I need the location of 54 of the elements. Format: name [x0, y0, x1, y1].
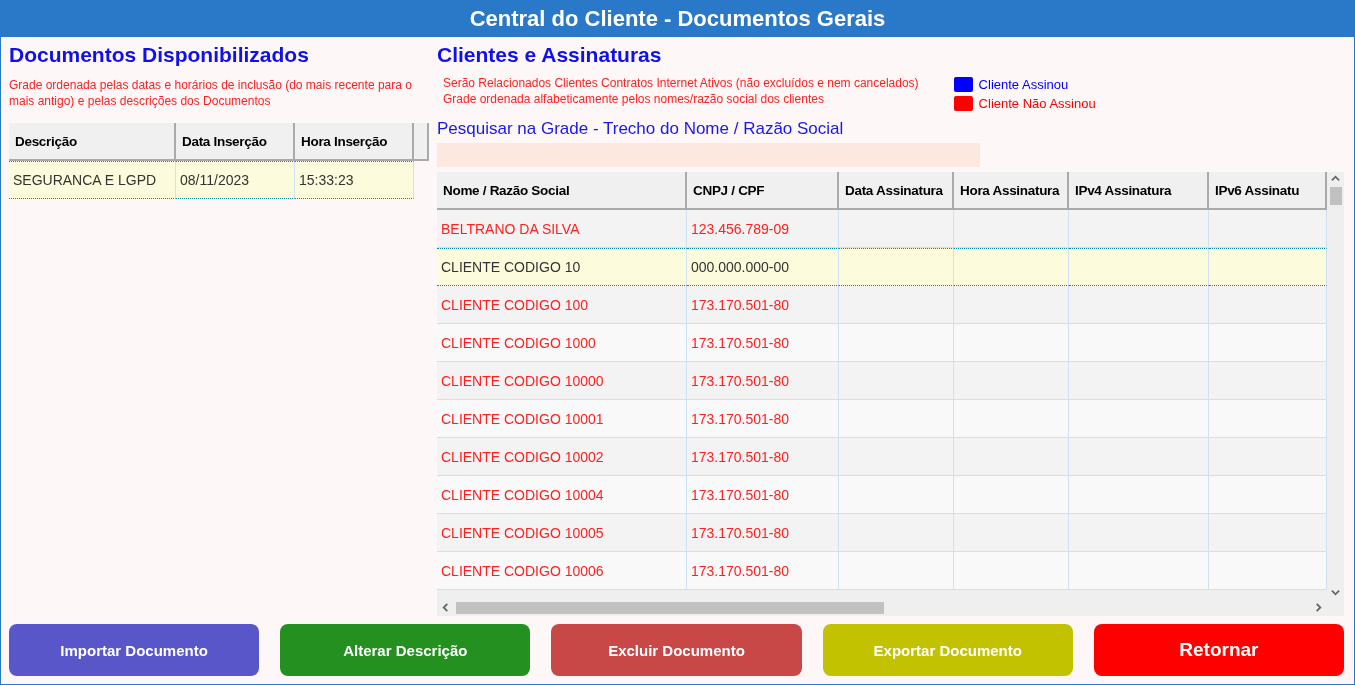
table-cell: 000.000.000-00 — [687, 248, 839, 286]
column-header[interactable]: Hora Assinatura — [954, 172, 1069, 210]
table-cell: 123.456.789-09 — [687, 210, 839, 248]
scrollbar-thumb[interactable] — [456, 601, 884, 614]
action-button[interactable]: Excluir Documento — [551, 624, 802, 676]
table-cell: 173.170.501-80 — [687, 514, 839, 552]
section-title: Clientes e Assinaturas — [437, 43, 663, 67]
chevron-down-icon[interactable] — [1331, 588, 1340, 597]
table-cell: 173.170.501-80 — [687, 324, 839, 362]
table-cell: CLIENTE CODIGO 1000 — [437, 324, 687, 362]
chevron-right-icon[interactable] — [1314, 603, 1323, 612]
column-header[interactable]: IPv4 Assinatura — [1069, 172, 1209, 210]
column-header[interactable]: Nome / Razão Social — [437, 172, 687, 210]
table-cell: 173.170.501-80 — [687, 476, 839, 514]
table-cell: CLIENTE CODIGO 10006 — [437, 552, 687, 590]
action-button[interactable]: Alterar Descrição — [280, 624, 531, 676]
column-header[interactable]: CNPJ / CPF — [687, 172, 839, 210]
column-header[interactable]: Descrição — [9, 123, 176, 161]
column-header[interactable]: Data Inserção — [176, 123, 295, 161]
action-button[interactable]: Importar Documento — [9, 624, 260, 676]
column-header[interactable]: Data Assinatura — [839, 172, 954, 210]
action-button[interactable]: Retornar — [1093, 624, 1344, 676]
search-field[interactable] — [437, 143, 980, 167]
table-cell: SEGURANCA E LGPD — [9, 161, 176, 199]
column-header[interactable]: Hora Inserção — [295, 123, 414, 161]
column-header[interactable]: IPv6 Assinatu — [1209, 172, 1327, 210]
header-filler — [414, 123, 429, 161]
table-cell: CLIENTE CODIGO 10001 — [437, 400, 687, 438]
table-cell: 173.170.501-80 — [687, 552, 839, 590]
section-title: Documentos Disponibilizados — [9, 43, 310, 67]
table-cell: 173.170.501-80 — [687, 362, 839, 400]
chevron-left-icon[interactable] — [441, 603, 450, 612]
grid-note: Grade ordenada pelas datas e horários de inclusão (do mais recente para o mais antigo) e pelas descrições dos Documentos — [9, 77, 413, 109]
table-cell: CLIENTE CODIGO 10004 — [437, 476, 687, 514]
table-cell: CLIENTE CODIGO 10002 — [437, 438, 687, 476]
table-cell: CLIENTE CODIGO 10 — [437, 248, 687, 286]
table-cell: 08/11/2023 — [176, 161, 295, 199]
table-cell: 15:33:23 — [295, 161, 414, 199]
grid-note: Grade ordenada alfabeticamente pelos nomes/razão social dos clientes — [443, 91, 825, 107]
table-cell: CLIENTE CODIGO 10005 — [437, 514, 687, 552]
legend-label: Cliente Assinou — [978, 77, 1069, 92]
table-cell: CLIENTE CODIGO 10000 — [437, 362, 687, 400]
table-cell: 173.170.501-80 — [687, 286, 839, 324]
chevron-up-icon[interactable] — [1331, 174, 1340, 183]
legend-label: Cliente Não Assinou — [978, 96, 1096, 111]
scrollbar-thumb[interactable] — [1329, 187, 1342, 205]
grid-note: Serão Relacionados Clientes Contratos Internet Ativos (não excluídos e nem cancelados) — [443, 75, 919, 91]
vertical-scrollbar[interactable] — [1327, 172, 1344, 599]
table-cell: CLIENTE CODIGO 100 — [437, 286, 687, 324]
search-label: Pesquisar na Grade - Trecho do Nome / Razão Social — [437, 119, 845, 139]
window-title: Central do Cliente - Documentos Gerais — [1, 1, 1354, 37]
table-cell: 173.170.501-80 — [687, 400, 839, 438]
table-cell: 173.170.501-80 — [687, 438, 839, 476]
table-cell: BELTRANO DA SILVA — [437, 210, 687, 248]
